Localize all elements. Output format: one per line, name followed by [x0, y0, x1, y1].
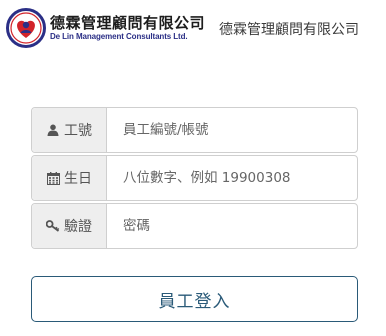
employee-id-input[interactable]	[107, 108, 357, 152]
company-name: 德霖管理顧問有限公司	[219, 22, 359, 38]
password-group: 驗證	[31, 203, 358, 249]
birthday-addon: 生日	[32, 156, 107, 200]
password-input[interactable]	[107, 204, 357, 248]
employee-id-addon: 工號	[32, 108, 107, 152]
employee-id-label: 工號	[64, 123, 92, 139]
login-page: 德霖管理顧問有限公司 De Lin Management Consultants…	[0, 0, 386, 336]
logo-english-name: De Lin Management Consultants Ltd.	[50, 31, 188, 41]
birthday-group: 生日	[31, 155, 358, 201]
birthday-label: 生日	[64, 171, 92, 187]
calendar-icon	[46, 171, 60, 185]
logo-emblem-icon	[6, 8, 46, 48]
logo-chinese-name: 德霖管理顧問有限公司	[50, 13, 206, 32]
password-addon: 驗證	[32, 204, 107, 248]
birthday-input[interactable]	[107, 156, 357, 200]
user-icon	[46, 123, 60, 137]
password-label: 驗證	[64, 219, 92, 235]
logo-text: 德霖管理顧問有限公司 De Lin Management Consultants…	[50, 13, 206, 42]
employee-id-group: 工號	[31, 107, 358, 153]
employee-login-button[interactable]: 員工登入	[31, 276, 358, 322]
key-icon	[46, 219, 60, 233]
company-logo: 德霖管理顧問有限公司 De Lin Management Consultants…	[6, 8, 205, 48]
